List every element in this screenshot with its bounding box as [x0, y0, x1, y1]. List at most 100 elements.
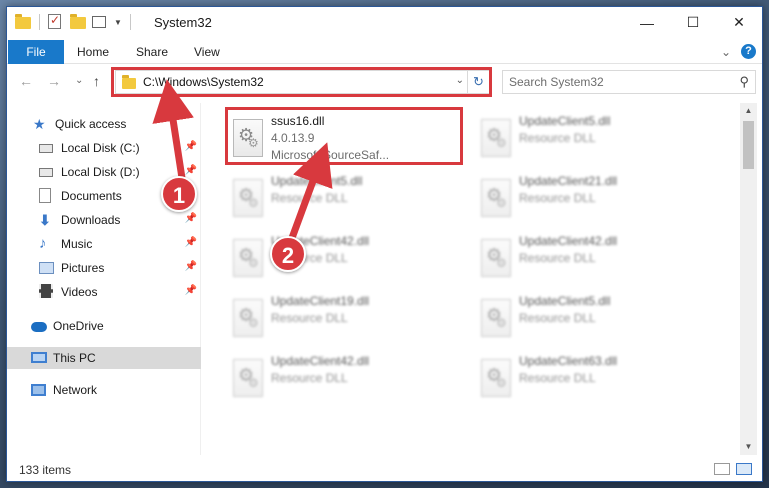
network-icon	[31, 382, 47, 398]
dll-file-icon	[233, 179, 263, 217]
sidebar-item-label: Network	[53, 383, 98, 397]
scroll-down-icon[interactable]: ▼	[740, 439, 757, 455]
cloud-icon	[31, 318, 47, 334]
sidebar-item-pictures[interactable]: Pictures 📌	[7, 257, 201, 279]
file-highlight-box	[225, 107, 463, 165]
customize-toolbar-chevron-icon[interactable]: ▼	[114, 18, 122, 27]
ribbon-tabs: File Home Share View ⌄ ?	[7, 40, 762, 64]
details-view-icon[interactable]	[714, 463, 730, 475]
sidebar-item-label: Local Disk (D:)	[61, 165, 140, 179]
tab-share[interactable]: Share	[136, 40, 168, 64]
file-tile[interactable]: UpdateClient5.dll Resource DLL	[475, 289, 715, 345]
sidebar-item-music[interactable]: ♪ Music 📌	[7, 233, 201, 255]
file-tile[interactable]: UpdateClient5.dll Resource DLL	[475, 109, 715, 165]
expand-ribbon-chevron-icon[interactable]: ⌄	[721, 45, 731, 59]
search-icon[interactable]: ⚲	[739, 74, 749, 90]
drive-icon	[39, 164, 55, 180]
ribbon-right-controls: ⌄ ?	[721, 44, 756, 59]
dll-file-icon	[233, 299, 263, 337]
pin-icon[interactable]: 📌	[185, 165, 197, 176]
file-tile[interactable]: UpdateClient42.dll Resource DLL	[227, 349, 467, 405]
tab-home[interactable]: Home	[77, 40, 109, 64]
forward-button[interactable]: →	[47, 73, 61, 89]
file-explorer-window: ▼ System32 — ☐ ✕ File Home Share View ⌄ …	[6, 6, 763, 482]
sidebar-item-label: This PC	[53, 351, 96, 365]
dll-file-icon	[233, 239, 263, 277]
star-icon: ★	[33, 116, 46, 132]
file-type: Resource DLL	[519, 311, 596, 325]
sidebar-item-label: Videos	[61, 285, 98, 299]
file-tile[interactable]: UpdateClient42.dll Resource DLL	[227, 229, 467, 285]
large-icons-view-icon[interactable]	[736, 463, 752, 475]
sidebar-item-label: Quick access	[55, 117, 127, 131]
drive-icon	[39, 140, 55, 156]
new-folder-icon[interactable]	[70, 14, 86, 30]
file-name: UpdateClient21.dll	[519, 174, 618, 188]
sidebar-item-downloads[interactable]: ⬇ Downloads 📌	[7, 209, 201, 231]
recent-locations-chevron-icon[interactable]: ⌄	[75, 75, 83, 86]
pin-icon[interactable]: 📌	[185, 141, 197, 152]
back-button[interactable]: ←	[19, 73, 33, 89]
tab-file[interactable]: File	[8, 40, 64, 64]
file-name: UpdateClient5.dll	[519, 294, 611, 308]
item-count: 133 items	[19, 463, 72, 477]
pictures-icon	[39, 260, 55, 276]
sidebar-item-local-disk-c[interactable]: Local Disk (C:) 📌	[7, 137, 201, 159]
file-name: UpdateClient63.dll	[519, 354, 618, 368]
view-options-icon[interactable]	[92, 14, 108, 30]
file-tile[interactable]: UpdateClient21.dll Resource DLL	[475, 169, 715, 225]
search-box: ⚲	[502, 70, 756, 94]
address-highlight-box	[111, 67, 492, 97]
file-type: Resource DLL	[271, 371, 348, 385]
sidebar-item-label: Downloads	[61, 213, 121, 227]
maximize-button[interactable]: ☐	[670, 7, 716, 38]
sidebar-item-this-pc[interactable]: This PC	[7, 347, 201, 369]
file-tile[interactable]: UpdateClient19.dll Resource DLL	[227, 289, 467, 345]
file-tile[interactable]: UpdateClient5.dll Resource DLL	[227, 169, 467, 225]
download-icon: ⬇	[39, 212, 51, 228]
file-name: UpdateClient19.dll	[271, 294, 370, 308]
window-title: System32	[154, 15, 212, 30]
file-type: Resource DLL	[519, 131, 596, 145]
dll-file-icon	[481, 299, 511, 337]
file-type: Resource DLL	[519, 371, 596, 385]
pin-icon[interactable]: 📌	[185, 237, 197, 248]
file-name: UpdateClient42.dll	[271, 354, 370, 368]
vertical-scrollbar[interactable]: ▲ ▼	[740, 103, 757, 455]
dll-file-icon	[481, 239, 511, 277]
close-button[interactable]: ✕	[716, 7, 762, 38]
up-button[interactable]: ↑	[93, 73, 100, 89]
tab-view[interactable]: View	[194, 40, 220, 64]
file-tile[interactable]: UpdateClient63.dll Resource DLL	[475, 349, 715, 405]
title-bar: ▼ System32 — ☐ ✕	[7, 7, 762, 38]
scroll-up-icon[interactable]: ▲	[740, 103, 757, 119]
computer-icon	[31, 350, 47, 366]
file-tile[interactable]: UpdateClient42.dll Resource DLL	[475, 229, 715, 285]
sidebar-item-label: Pictures	[61, 261, 105, 275]
search-input[interactable]	[509, 74, 719, 90]
quick-access-toolbar: ▼	[15, 13, 133, 30]
toolbar-divider	[39, 14, 40, 30]
help-icon[interactable]: ?	[741, 44, 756, 59]
status-bar: 133 items	[7, 459, 762, 481]
videos-icon	[39, 284, 55, 300]
folder-icon	[15, 14, 31, 30]
sidebar-item-label: Documents	[61, 189, 122, 203]
dll-file-icon	[481, 179, 511, 217]
scroll-thumb[interactable]	[743, 121, 754, 169]
minimize-button[interactable]: —	[624, 7, 670, 38]
file-name: UpdateClient5.dll	[271, 174, 363, 188]
pin-icon[interactable]: 📌	[185, 285, 197, 296]
pin-icon[interactable]: 📌	[185, 261, 197, 272]
step-1-callout: 1	[161, 176, 197, 212]
properties-icon[interactable]	[48, 13, 64, 30]
file-type: Resource DLL	[519, 251, 596, 265]
step-2-callout: 2	[270, 236, 306, 272]
sidebar-item-videos[interactable]: Videos 📌	[7, 281, 201, 303]
document-icon	[39, 188, 55, 204]
dll-file-icon	[481, 359, 511, 397]
sidebar-item-network[interactable]: Network	[7, 379, 201, 401]
pin-icon[interactable]: 📌	[185, 213, 197, 224]
sidebar-item-quick-access[interactable]: ★ Quick access	[7, 113, 201, 135]
sidebar-item-onedrive[interactable]: OneDrive	[7, 315, 201, 337]
